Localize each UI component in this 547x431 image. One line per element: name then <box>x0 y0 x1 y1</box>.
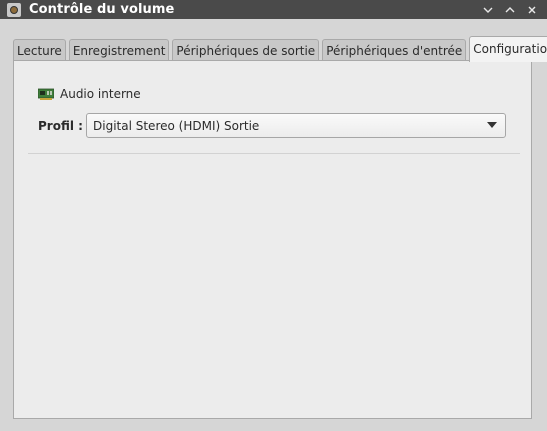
tab-lecture[interactable]: Lecture <box>13 39 66 61</box>
tab-bar: Lecture Enregistrement Périphériques de … <box>13 33 547 62</box>
tab-enregistrement[interactable]: Enregistrement <box>68 39 170 61</box>
maximize-button[interactable] <box>499 0 521 19</box>
close-button[interactable] <box>521 0 543 19</box>
chevron-down-icon <box>483 7 493 13</box>
profile-label: Profil : <box>38 118 83 133</box>
dropdown-arrow-icon <box>487 122 497 128</box>
configuration-panel: Audio interne Profil : Digital Stereo (H… <box>13 60 532 419</box>
tab-peripheriques-de-sortie[interactable]: Périphériques de sortie <box>172 39 320 61</box>
app-speaker-icon <box>7 2 21 17</box>
volume-control-window: Contrôle du volume Lecture Enregistremen… <box>0 0 547 431</box>
profile-row: Profil : Digital Stereo (HDMI) Sortie <box>38 113 506 138</box>
device-header: Audio interne <box>38 87 141 101</box>
profile-dropdown[interactable]: Digital Stereo (HDMI) Sortie <box>86 113 506 138</box>
device-name: Audio interne <box>60 87 141 101</box>
separator <box>28 153 520 154</box>
tab-peripheriques-d-entree[interactable]: Périphériques d'entrée <box>322 39 467 61</box>
close-icon <box>528 6 536 13</box>
tab-configuration[interactable]: Configuration <box>469 36 547 62</box>
minimize-button[interactable] <box>477 0 499 19</box>
window-title: Contrôle du volume <box>29 2 175 17</box>
chevron-up-icon <box>505 6 515 12</box>
profile-selected-value: Digital Stereo (HDMI) Sortie <box>93 118 260 133</box>
window-controls <box>477 0 543 19</box>
title-bar[interactable]: Contrôle du volume <box>0 0 547 19</box>
audio-card-icon <box>38 88 54 100</box>
